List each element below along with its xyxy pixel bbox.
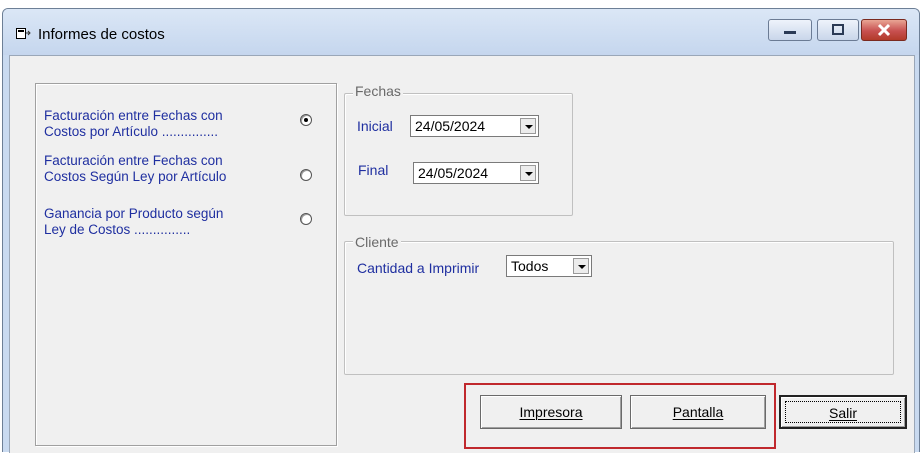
radio-ganancia-producto[interactable] <box>300 213 312 225</box>
window-title: Informes de costos <box>38 26 165 43</box>
impresora-button[interactable]: Impresora <box>480 395 622 429</box>
option-ganancia-producto[interactable]: Ganancia por Producto según Ley de Costo… <box>44 206 223 238</box>
cantidad-value: Todos <box>511 258 549 274</box>
final-label: Final <box>358 162 389 178</box>
radio-facturacion-costos[interactable] <box>300 114 312 126</box>
option-facturacion-costos[interactable]: Facturación entre Fechas con Costos por … <box>44 108 223 140</box>
cliente-legend: Cliente <box>353 234 401 250</box>
inicial-label: Inicial <box>357 118 393 134</box>
inicial-date-value: 24/05/2024 <box>415 118 486 134</box>
pantalla-button[interactable]: Pantalla <box>630 395 766 429</box>
focus-rect <box>785 401 901 423</box>
fechas-group <box>344 93 573 216</box>
title-bar[interactable]: Informes de costos <box>3 9 919 55</box>
close-icon <box>877 23 891 37</box>
salir-button[interactable]: Salir <box>779 395 907 429</box>
option-label-line1: Facturación entre Fechas con <box>44 108 223 123</box>
maximize-button[interactable] <box>817 19 859 41</box>
minimize-button[interactable] <box>768 19 812 41</box>
dropdown-arrow-icon[interactable] <box>520 118 536 134</box>
cantidad-label: Cantidad a Imprimir <box>357 260 480 276</box>
close-button[interactable] <box>861 19 907 41</box>
final-date-picker[interactable]: 24/05/2024 <box>413 162 539 184</box>
report-window: Informes de costos Facturación entre Fec… <box>2 8 920 453</box>
option-label-line2: Costos Según Ley por Artículo <box>44 169 227 184</box>
client-area: Facturación entre Fechas con Costos por … <box>9 55 915 453</box>
minimize-icon <box>784 31 796 34</box>
final-date-value: 24/05/2024 <box>418 165 489 181</box>
dropdown-arrow-icon[interactable] <box>520 165 536 181</box>
maximize-icon <box>832 24 844 35</box>
cantidad-select[interactable]: Todos <box>506 255 592 277</box>
inicial-date-picker[interactable]: 24/05/2024 <box>410 115 539 137</box>
app-icon <box>16 28 31 39</box>
option-label-line1: Facturación entre Fechas con <box>44 153 223 168</box>
option-facturacion-ley[interactable]: Facturación entre Fechas con Costos Segú… <box>44 153 226 185</box>
option-label-line1: Ganancia por Producto según <box>44 206 224 221</box>
dropdown-arrow-icon[interactable] <box>573 258 589 274</box>
option-label-line2: Costos por Artículo ............... <box>44 124 219 139</box>
option-label-line2: Ley de Costos ............... <box>44 222 191 237</box>
radio-facturacion-ley[interactable] <box>300 169 312 181</box>
fechas-legend: Fechas <box>353 83 403 99</box>
